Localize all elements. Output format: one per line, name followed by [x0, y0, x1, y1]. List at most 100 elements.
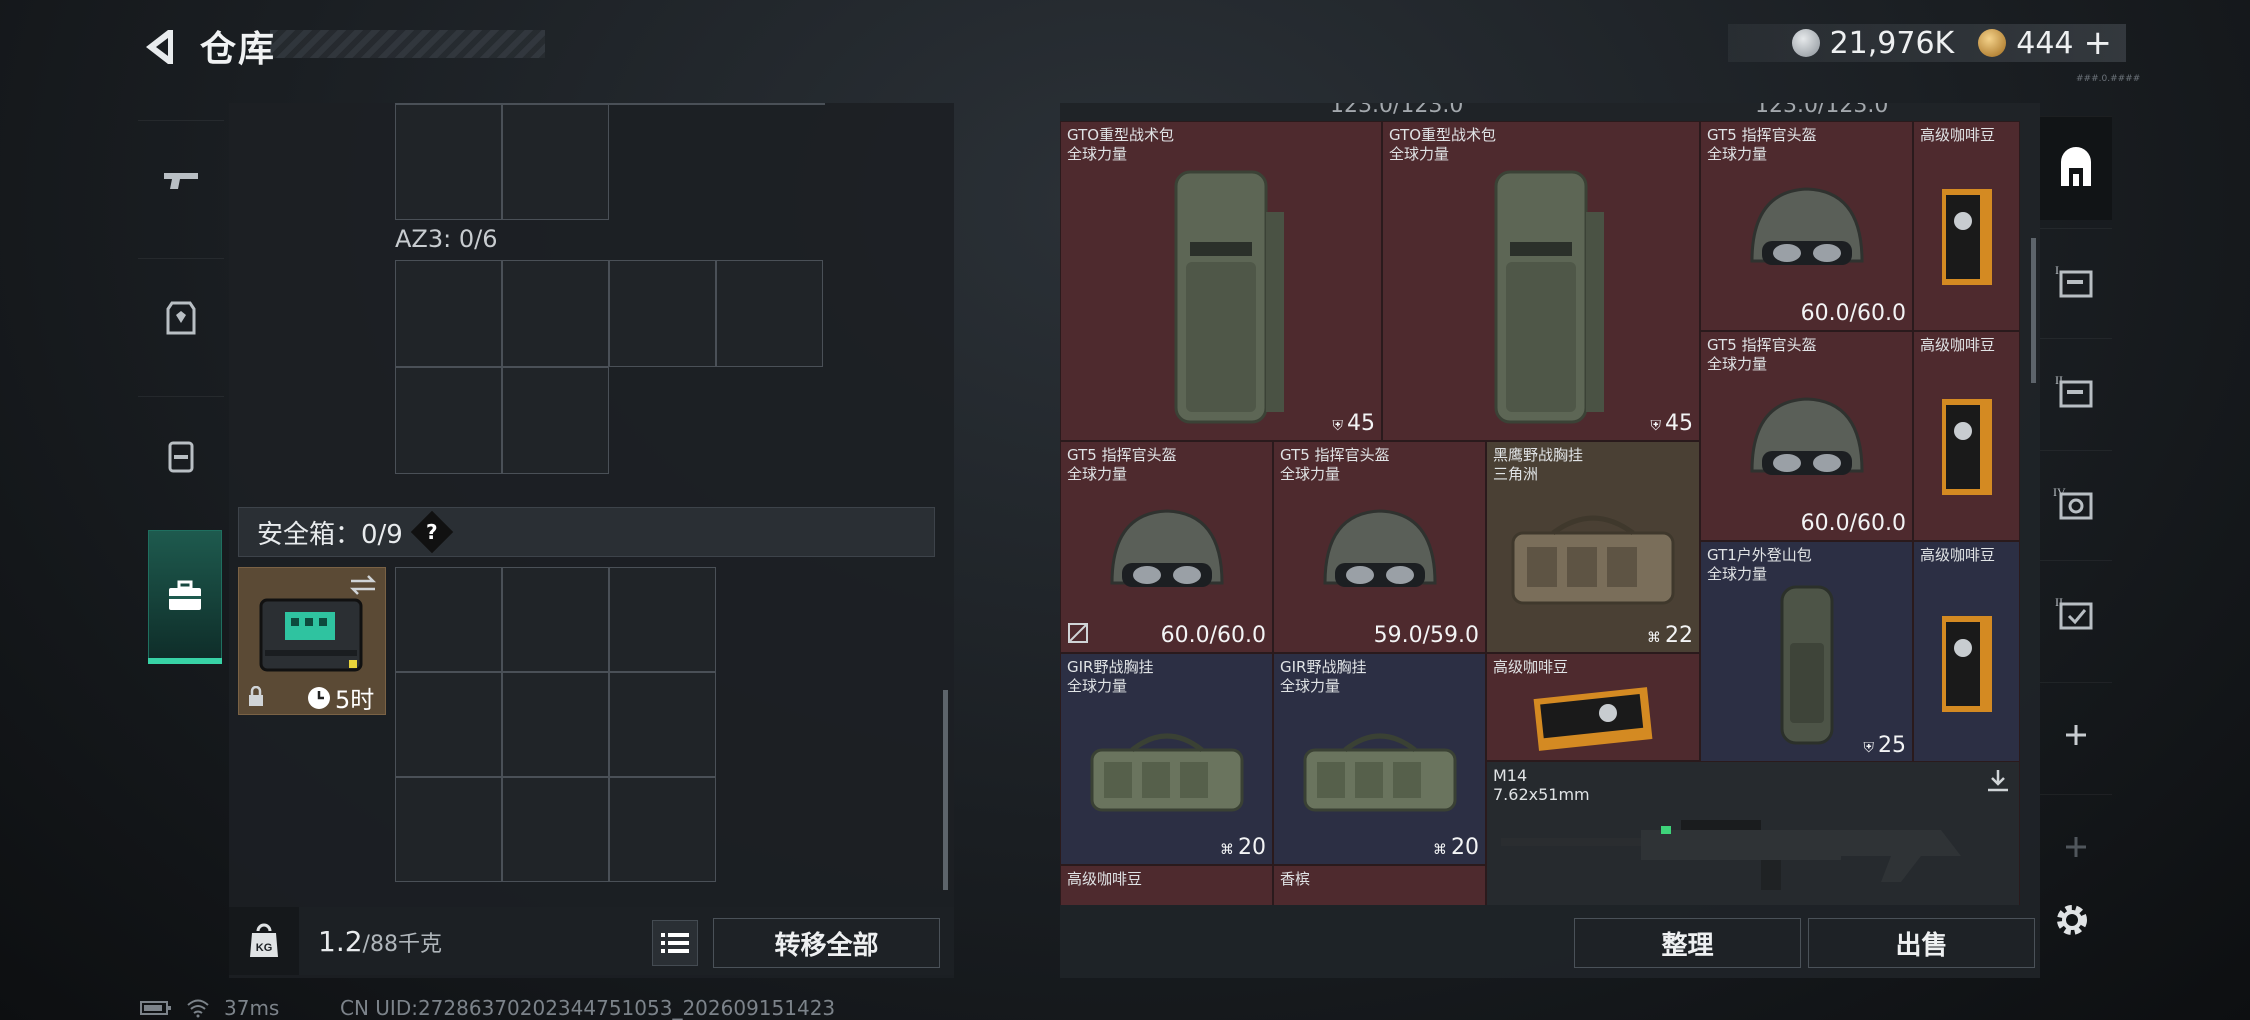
helmet-image — [1749, 187, 1864, 266]
stash-tab-all[interactable] — [2040, 116, 2112, 220]
settings-gear-icon[interactable] — [2050, 898, 2094, 942]
chest-rig-image — [1090, 733, 1243, 811]
armor-icon — [166, 301, 196, 334]
grid-slot[interactable] — [609, 672, 716, 777]
stash-tab-extra[interactable]: II — [2040, 560, 2112, 664]
stash-scrollbar[interactable] — [2031, 238, 2036, 383]
item-backpack-gt1[interactable]: GT1户外登山包 全球力量 ⛨ 25 — [1700, 541, 1913, 763]
backpack-icon — [168, 441, 194, 472]
item-chest-rig-gir[interactable]: GIR野战胸挂 全球力量 ⌘ 20 — [1273, 653, 1486, 865]
item-backpack-gto[interactable]: GTO重型战术包 全球力量 ⛨ 45 — [1382, 121, 1700, 441]
item-helmet-gt5[interactable]: GT5 指挥官头盔 全球力量 60.0/60.0 — [1700, 331, 1913, 541]
item-name: 高级咖啡豆 — [1920, 546, 1996, 564]
pistol-icon — [164, 172, 198, 189]
grid-slot[interactable] — [395, 367, 502, 474]
download-icon[interactable] — [1985, 768, 2011, 794]
safebox-header: 安全箱：0/9 ? — [238, 507, 935, 557]
grid-slot[interactable] — [395, 103, 502, 220]
version-text: ###.0.#### — [2076, 74, 2141, 84]
item-name: 高级咖啡豆 — [1067, 870, 1143, 888]
silver-amount: 21,976K — [1829, 25, 1955, 61]
stash-tab-2[interactable]: II — [2040, 338, 2112, 442]
grid-slot[interactable] — [502, 777, 609, 882]
grid-slot[interactable] — [609, 567, 716, 672]
stash-tab-1[interactable]: I — [2040, 228, 2112, 332]
item-coffee-beans[interactable]: 高级咖啡豆 — [1486, 653, 1700, 761]
lock-icon — [249, 686, 263, 706]
grid-slot[interactable] — [502, 567, 609, 672]
item-coffee-beans[interactable]: 高级咖啡豆 — [1913, 331, 2020, 541]
stash-page-extra-icon: II — [2055, 595, 2093, 629]
tab-weapons[interactable] — [138, 120, 224, 238]
grid-slot[interactable] — [502, 672, 609, 777]
swap-icon[interactable] — [349, 574, 377, 596]
tab-backpack[interactable] — [138, 396, 224, 514]
weight-lock-button[interactable]: KG — [229, 907, 299, 975]
helmet-image — [1322, 508, 1437, 587]
grid-slot[interactable] — [716, 260, 823, 367]
tab-equipment[interactable] — [138, 258, 224, 376]
item-coffee-beans[interactable]: 高级咖啡豆 — [1913, 541, 2020, 763]
uid-text: CN UID:27286370202344751053_202609151423 — [340, 996, 836, 1020]
item-durability: 60.0/60.0 — [1160, 623, 1266, 648]
add-currency-button[interactable]: + — [2084, 23, 2113, 63]
grid-slot[interactable] — [609, 777, 716, 882]
item-name: 香槟 — [1280, 870, 1311, 888]
item-capacity: ⌘ 20 — [1220, 835, 1266, 860]
backpack-image — [1494, 170, 1604, 424]
item-helmet-gt5[interactable]: GT5 指挥官头盔 全球力量 60.0/60.0 — [1700, 121, 1913, 331]
grid-slot[interactable] — [609, 260, 716, 367]
ping-text: 37ms — [224, 996, 280, 1020]
status-bar: 37ms — [140, 996, 279, 1020]
item-coffee-beans[interactable]: 高级咖啡豆 — [1060, 865, 1273, 905]
coffee-bag-image — [1941, 616, 1992, 712]
grid-slot[interactable] — [395, 260, 502, 367]
stash-grid: 123.0/123.0 123.0/123.0 GTO重型战术包 全球力量 ⛨ 45… — [1060, 103, 2020, 905]
grid-slot[interactable] — [395, 567, 502, 672]
list-view-button[interactable] — [652, 920, 698, 966]
item-helmet-gt5[interactable]: GT5 指挥官头盔 全球力量 60.0/60.0 — [1060, 441, 1273, 653]
item-chest-rig-blackhawk[interactable]: 黑鹰野战胸挂 三角洲 ⌘ 22 — [1486, 441, 1700, 653]
page-title: 仓库 — [200, 29, 277, 70]
item-chest-rig-gir[interactable]: GIR野战胸挂 全球力量 ⌘ 20 — [1060, 653, 1273, 865]
item-coffee-beans[interactable]: 高级咖啡豆 — [1913, 121, 2020, 331]
left-scrollbar[interactable] — [943, 690, 948, 890]
grid-slot[interactable] — [502, 103, 609, 220]
az3-label: AZ3: 0/6 — [395, 225, 498, 253]
help-button[interactable]: ? — [410, 510, 454, 554]
stash-all-icon — [2061, 146, 2091, 186]
item-rifle-m14[interactable]: M14 7.62x51mm — [1486, 761, 2020, 905]
help-icon: ? — [426, 519, 438, 544]
svg-text:I: I — [2055, 263, 2059, 277]
add-stash-tab-button[interactable] — [2040, 682, 2112, 786]
grid-slot[interactable] — [502, 260, 609, 367]
helmet-image — [1109, 508, 1224, 587]
sell-button[interactable]: 出售 — [1808, 918, 2035, 968]
item-name: 高级咖啡豆 — [1920, 126, 1996, 144]
weight-capacity: /88千克 — [362, 932, 442, 957]
sort-button[interactable]: 整理 — [1574, 918, 1801, 968]
wifi-icon — [187, 999, 209, 1018]
tab-safebox[interactable] — [148, 530, 222, 664]
back-arrow-icon[interactable] — [138, 26, 180, 68]
rifle-image — [1501, 820, 1961, 890]
grid-slot[interactable] — [395, 777, 502, 882]
backpack-image — [1780, 585, 1833, 745]
svg-text:KG: KG — [256, 942, 273, 954]
partial-item-value: 123.0/123.0 — [1330, 103, 1464, 118]
stash-tab-4[interactable]: IV — [2040, 450, 2112, 554]
item-value: ⛨ 45 — [1332, 411, 1376, 436]
item-champagne[interactable]: 香槟 — [1273, 865, 1486, 905]
item-name: GT5 指挥官头盔 全球力量 — [1707, 126, 1817, 163]
item-helmet-gt5[interactable]: GT5 指挥官头盔 全球力量 59.0/59.0 — [1273, 441, 1486, 653]
safebox-item[interactable]: 5时 — [238, 567, 386, 715]
item-durability: 60.0/60.0 — [1800, 511, 1906, 536]
az3-grid-top — [395, 260, 823, 367]
grid-slot[interactable] — [395, 672, 502, 777]
grid-slot[interactable] — [502, 367, 609, 474]
item-backpack-gto[interactable]: GTO重型战术包 全球力量 ⛨ 45 — [1060, 121, 1382, 441]
transfer-all-button[interactable]: 转移全部 — [713, 918, 940, 968]
weight-value: 1.2 — [318, 925, 363, 958]
item-name: 黑鹰野战胸挂 三角洲 — [1493, 446, 1584, 483]
kg-weight-icon: KG — [250, 923, 278, 957]
